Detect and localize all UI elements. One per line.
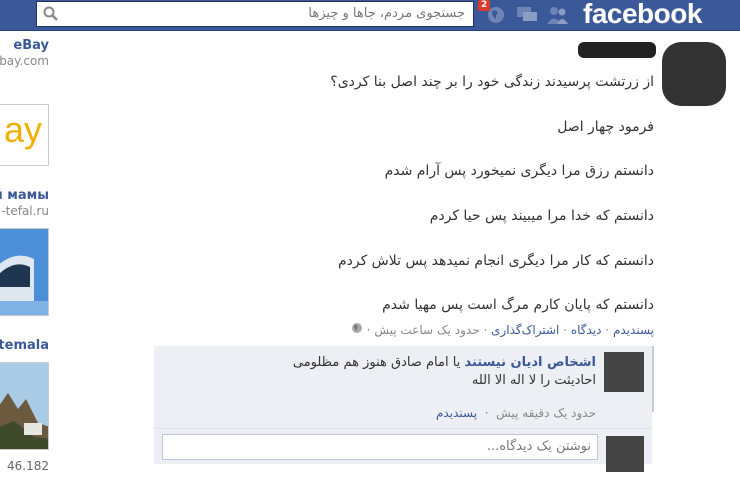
search-icon[interactable] bbox=[42, 5, 60, 23]
ebay-ad-image[interactable]: ay bbox=[0, 104, 49, 166]
ad-url: bay.com bbox=[0, 54, 49, 68]
post-actions: پسندیدم · دیدگاه · اشتراک‌گذاری · حدود ی… bbox=[351, 322, 654, 337]
share-link[interactable]: اشتراک‌گذاری bbox=[491, 323, 559, 337]
ebay-logo: ay bbox=[3, 109, 42, 150]
comment-link[interactable]: دیدگاه bbox=[571, 323, 602, 337]
ad-title[interactable]: й мамы bbox=[0, 188, 49, 203]
comment-like-link[interactable]: پسندیدم bbox=[436, 406, 477, 420]
separator: · bbox=[605, 323, 610, 337]
post-line: از زرتشت پرسیدند زندگی خود را بر چند اصل… bbox=[330, 74, 654, 90]
author-avatar[interactable] bbox=[662, 42, 726, 106]
post-timestamp[interactable]: حدود یک ساعت پیش bbox=[374, 323, 479, 337]
post-line: دانستم که کار مرا دیگری انجام نمیدهد پس … bbox=[337, 253, 654, 269]
comment-text: یا امام صادق هنوز هم مظلومی bbox=[292, 355, 461, 370]
post-line: فرمود چهار اصل bbox=[557, 119, 654, 135]
separator: · bbox=[563, 323, 567, 337]
current-user-avatar bbox=[606, 436, 644, 472]
comment-input[interactable]: نوشتن یک دیدگاه... bbox=[162, 434, 598, 460]
comment-focus-bar bbox=[652, 346, 654, 412]
separator: · bbox=[483, 323, 488, 337]
messages-icon[interactable] bbox=[516, 6, 538, 24]
tefal-ad-image[interactable] bbox=[0, 228, 49, 316]
globe-privacy-icon[interactable] bbox=[351, 322, 363, 334]
news-feed-post: از زرتشت پرسیدند زندگی خود را بر چند اصل… bbox=[150, 32, 740, 490]
like-link[interactable]: پسندیدم bbox=[613, 323, 654, 337]
commenter-name[interactable]: اشخاص ادیان نیستند bbox=[464, 355, 596, 370]
globe-icon[interactable] bbox=[486, 5, 506, 25]
comment-timestamp[interactable]: حدود یک دقیقه پیش bbox=[496, 406, 596, 420]
likes-count: 46.182 bbox=[7, 459, 49, 473]
separator: · bbox=[366, 323, 371, 337]
post-line: دانستم که پایان کارم مرگ است پس مهیا شدم bbox=[382, 297, 654, 313]
commenter-avatar[interactable] bbox=[604, 352, 644, 392]
guatemala-ad-image[interactable] bbox=[0, 362, 49, 450]
comment-text: احادیثت را لا اله الا الله bbox=[471, 373, 596, 388]
sidebar-ads: eBay bay.com ay й мамы -tefal.ru temala … bbox=[0, 32, 52, 490]
post-line: دانستم که خدا مرا میبیند پس حیا کردم bbox=[429, 208, 654, 224]
comments-section: اشخاص ادیان نیستند یا امام صادق هنوز هم … bbox=[154, 346, 654, 472]
ad-url: -tefal.ru bbox=[1, 204, 49, 218]
facebook-logo[interactable]: facebook bbox=[583, 0, 702, 30]
author-name-redacted bbox=[578, 42, 656, 58]
friend-requests-icon[interactable] bbox=[546, 5, 570, 25]
comment-meta: حدود یک دقیقه پیش · پسندیدم bbox=[436, 406, 596, 420]
top-bar: جستجوی مردم، جاها و چیزها 2 facebook bbox=[0, 0, 740, 31]
comment-body: اشخاص ادیان نیستند یا امام صادق هنوز هم … bbox=[293, 354, 596, 390]
search-input[interactable]: جستجوی مردم، جاها و چیزها bbox=[36, 1, 474, 27]
ad-title[interactable]: temala bbox=[0, 338, 49, 353]
post-line: دانستم رزق مرا دیگری نمیخورد پس آرام شدم bbox=[384, 163, 654, 179]
divider bbox=[154, 428, 652, 429]
ad-title[interactable]: eBay bbox=[13, 38, 49, 53]
